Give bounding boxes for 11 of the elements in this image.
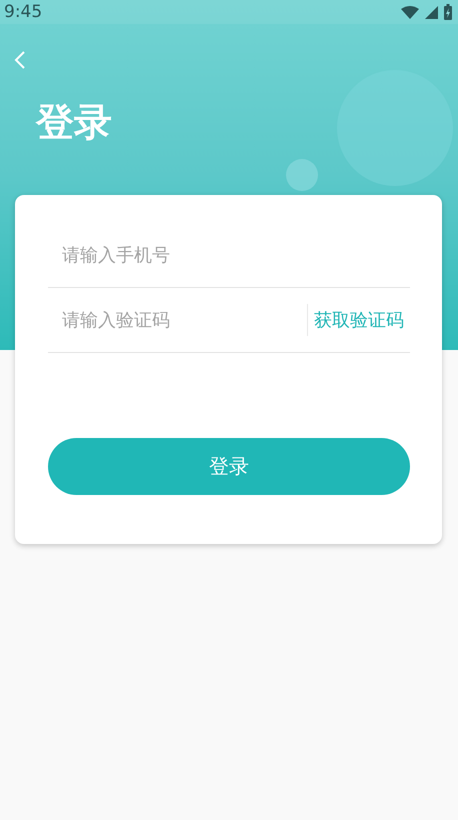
code-field[interactable]: 请输入验证码: [48, 300, 307, 340]
bubble-icon: [337, 70, 453, 186]
status-time: 9:45: [4, 2, 42, 22]
battery-icon: [444, 4, 452, 20]
phone-field[interactable]: 请输入手机号: [48, 235, 410, 275]
page-title: 登录: [36, 100, 112, 146]
login-button[interactable]: 登录: [48, 438, 410, 495]
signal-icon: [425, 6, 438, 18]
bubble-icon: [286, 159, 318, 191]
wifi-icon: [401, 6, 419, 18]
get-code-link[interactable]: 获取验证码: [314, 308, 410, 332]
